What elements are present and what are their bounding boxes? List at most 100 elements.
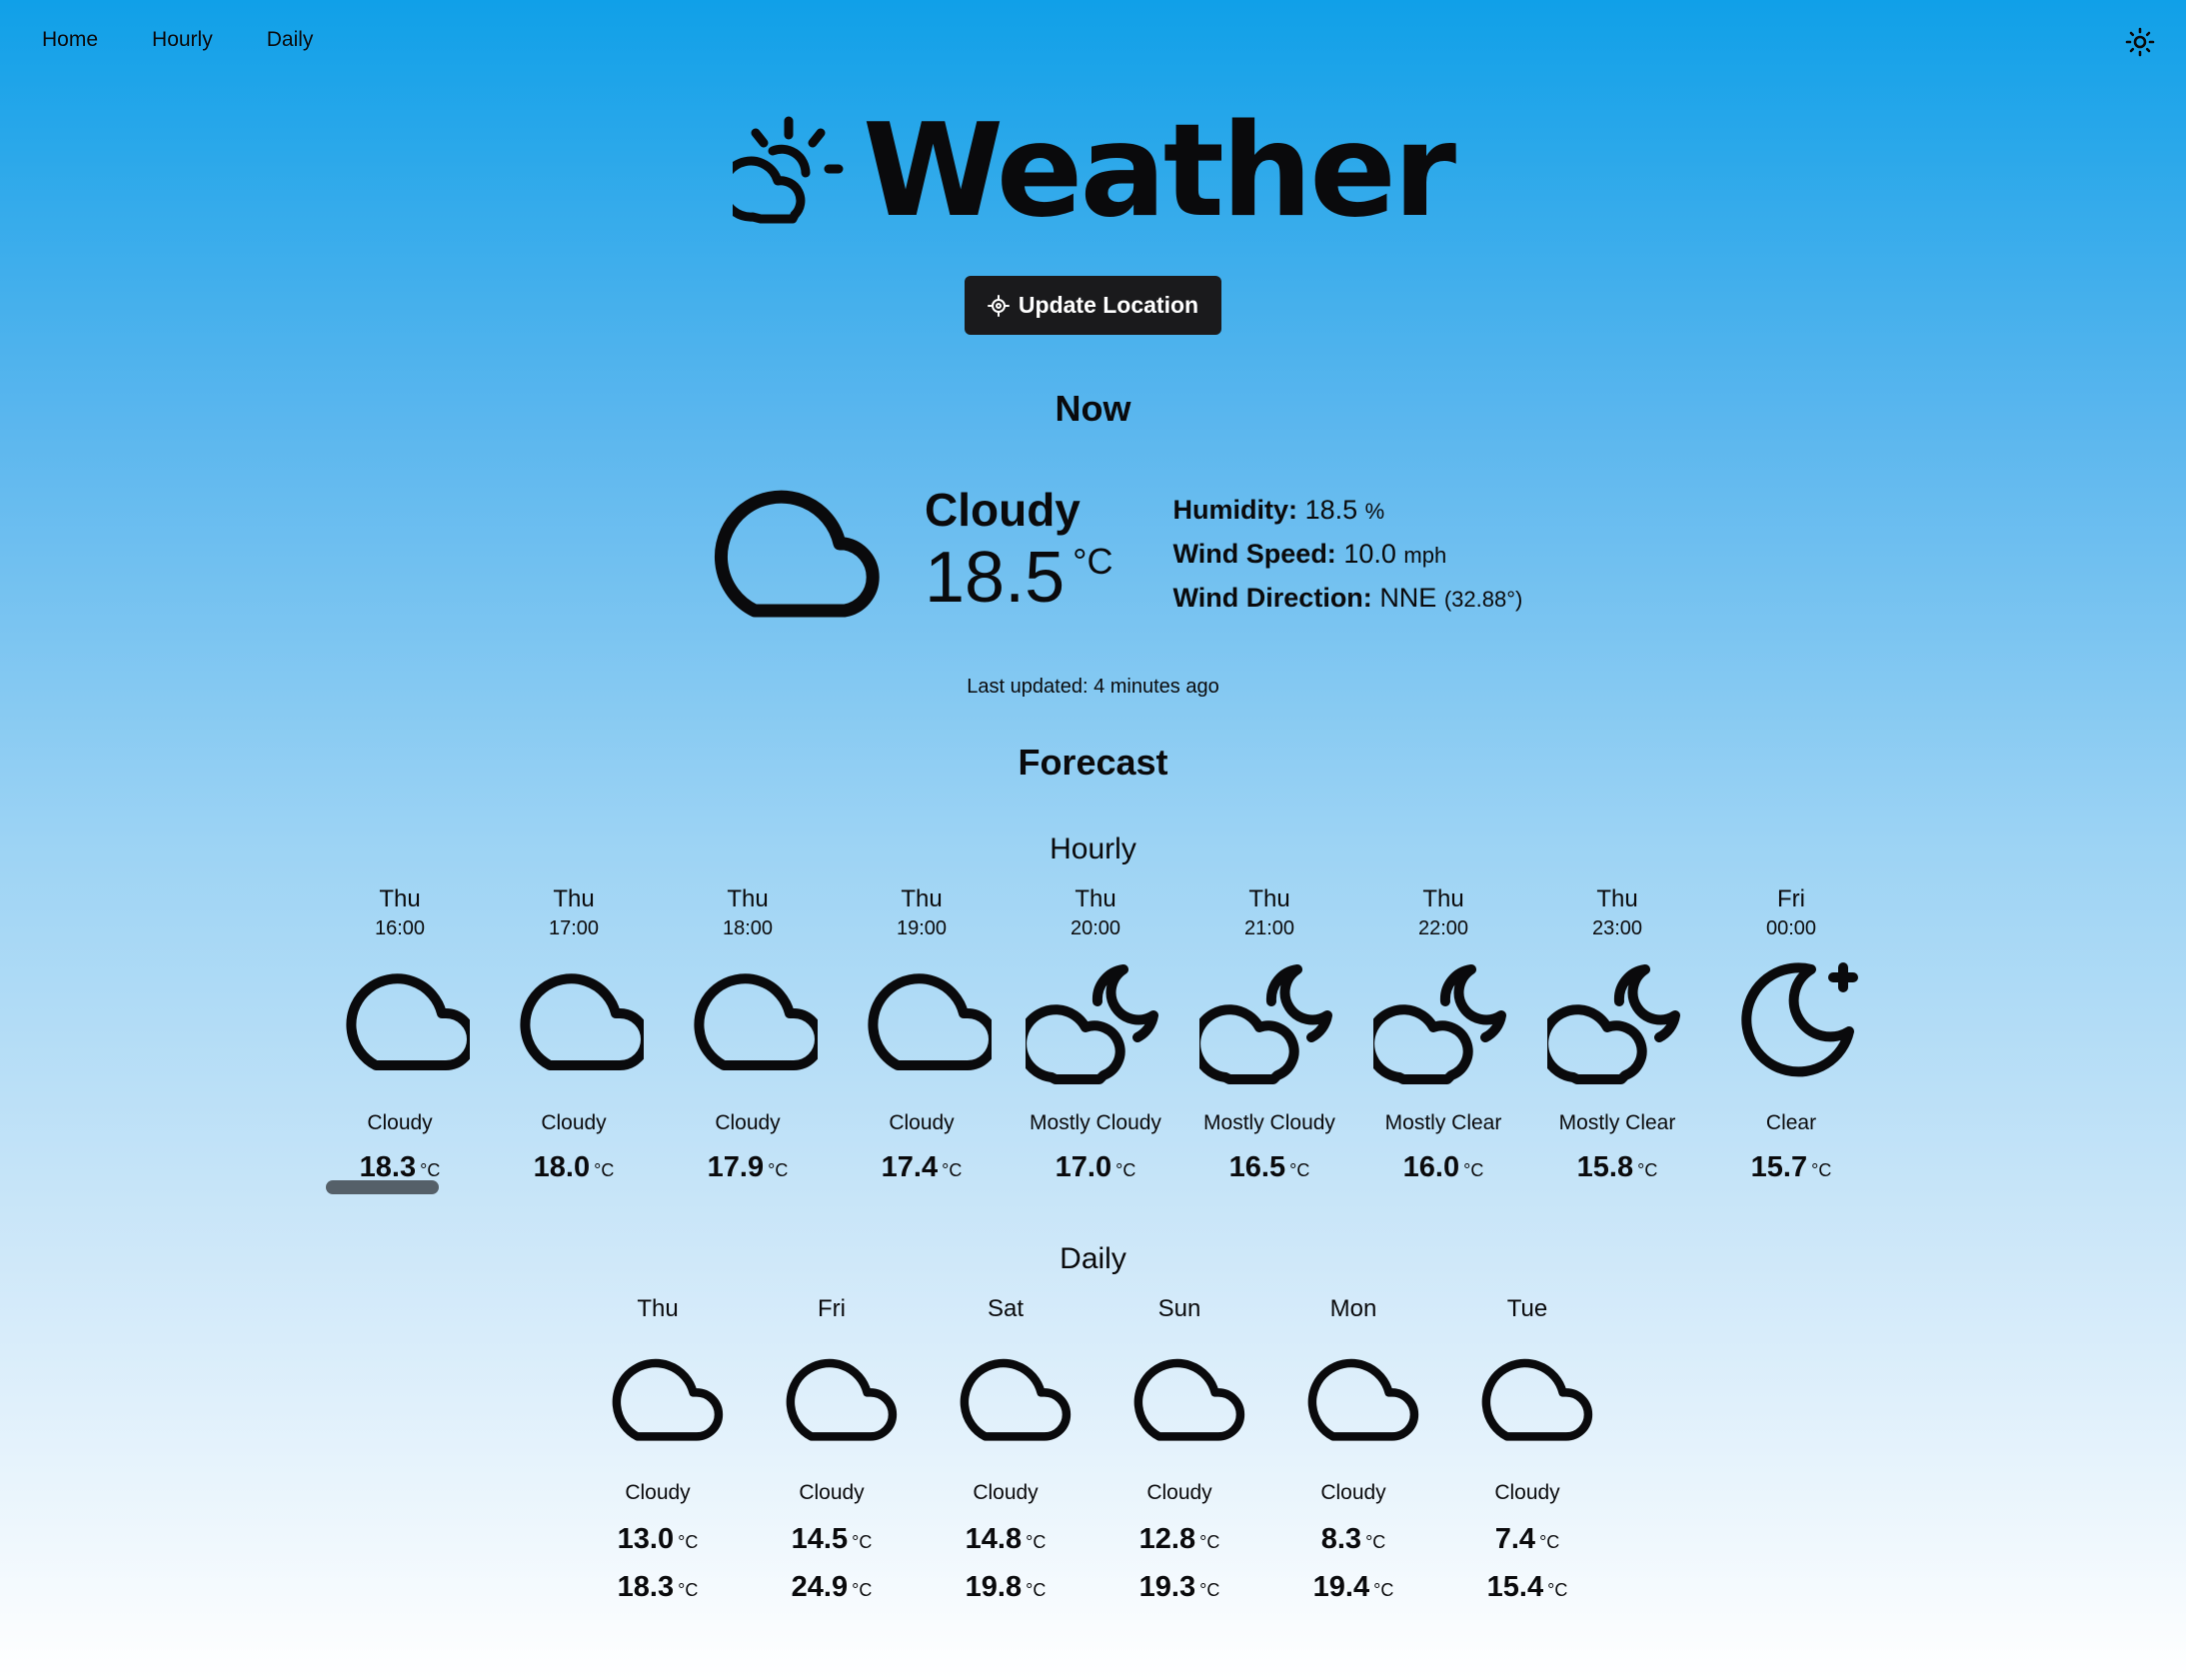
hourly-temperature: 16.5 °C: [1182, 1151, 1356, 1184]
daily-item: Fri Cloudy 14.5 °C 24.9 °C: [745, 1295, 919, 1619]
hourly-condition: Cloudy: [889, 1111, 955, 1134]
temp-unit: °C: [1289, 1160, 1310, 1180]
temp-unit: °C: [1463, 1160, 1484, 1180]
hourly-temp-value: 18.3: [359, 1151, 417, 1183]
hourly-time: 16:00: [374, 917, 426, 939]
now-heading: Now: [1055, 388, 1131, 429]
temp-unit: °C: [1026, 1532, 1047, 1552]
last-updated: Last updated: 4 minutes ago: [967, 676, 1219, 698]
humidity-label: Humidity:: [1172, 495, 1298, 525]
temp-unit: °C: [1199, 1580, 1220, 1600]
daily-low-value: 8.3: [1320, 1523, 1362, 1555]
hourly-item: Thu 20:00 Mostly Cloudy 17.0 °C: [1009, 885, 1182, 1184]
hourly-forecast-list[interactable]: Thu 16:00 Cloudy 18.3 °C Thu 17:00 Cloudy 18.0 °C…: [313, 885, 1878, 1184]
page-title: Weather: [862, 97, 1456, 246]
hourly-temp-value: 16.5: [1228, 1151, 1286, 1183]
hourly-temperature: 18.0 °C: [487, 1151, 661, 1184]
hourly-time: 23:00: [1591, 917, 1643, 939]
daily-temp-low: 14.8 °C: [919, 1523, 1093, 1571]
hourly-day: Thu: [379, 885, 421, 912]
hourly-item: Thu 17:00 Cloudy 18.0 °C: [487, 885, 661, 1184]
temp-unit: °C: [852, 1580, 873, 1600]
daily-temp-low: 8.3 °C: [1266, 1523, 1440, 1571]
hourly-temp-value: 18.0: [533, 1151, 591, 1183]
daily-high-value: 24.9: [791, 1571, 849, 1603]
wind-speed-row: Wind Speed: 10.0 mph: [1173, 533, 1523, 577]
temp-unit: °C: [768, 1160, 789, 1180]
hourly-day: Thu: [1596, 885, 1638, 912]
daily-condition: Cloudy: [1494, 1481, 1560, 1504]
hourly-temperature: 17.0 °C: [1009, 1151, 1182, 1184]
wind-direction-value: NNE: [1379, 583, 1437, 613]
daily-item: Thu Cloudy 13.0 °C 18.3 °C: [571, 1295, 745, 1619]
cloud-icon: [694, 973, 818, 1070]
daily-condition: Cloudy: [1320, 1481, 1386, 1504]
temp-unit: °C: [678, 1532, 699, 1552]
daily-temp-low: 13.0 °C: [571, 1523, 745, 1571]
hourly-day: Thu: [1422, 885, 1464, 912]
temp-unit: °C: [1547, 1580, 1568, 1600]
hourly-item: Thu 19:00 Cloudy 17.4 °C: [835, 885, 1009, 1184]
hourly-temperature: 15.8 °C: [1530, 1151, 1704, 1184]
daily-high-value: 19.3: [1138, 1571, 1196, 1603]
cloud-moon-icon: [1373, 964, 1506, 1084]
cloud-icon: [346, 973, 470, 1070]
daily-low-value: 13.0: [617, 1523, 675, 1555]
hourly-condition: Cloudy: [367, 1111, 433, 1134]
moon-star-icon: [1741, 962, 1858, 1077]
wind-speed-unit: mph: [1403, 543, 1447, 568]
hourly-item: Thu 18:00 Cloudy 17.9 °C: [661, 885, 835, 1184]
daily-day: Fri: [818, 1295, 846, 1322]
hourly-time: 22:00: [1417, 917, 1469, 939]
daily-day: Sat: [987, 1295, 1025, 1322]
daily-temp-high: 19.8 °C: [919, 1571, 1093, 1619]
current-temp-unit: °C: [1073, 540, 1113, 582]
hourly-day: Thu: [553, 885, 595, 912]
cloud-icon: [1307, 1358, 1419, 1441]
hourly-time: 17:00: [548, 917, 600, 939]
temp-unit: °C: [1115, 1160, 1136, 1180]
temp-unit: °C: [852, 1532, 873, 1552]
daily-item: Tue Cloudy 7.4 °C 15.4 °C: [1440, 1295, 1614, 1619]
hourly-item: Fri 00:00 Clear 15.7 °C: [1704, 885, 1878, 1184]
nav-hourly[interactable]: Hourly: [152, 28, 213, 52]
hourly-scrollbar[interactable]: [326, 1180, 439, 1194]
nav-home[interactable]: Home: [42, 28, 98, 52]
cloud-moon-icon: [1199, 964, 1332, 1084]
hourly-day: Fri: [1777, 885, 1805, 912]
hourly-condition: Cloudy: [541, 1111, 607, 1134]
humidity-value: 18.5: [1304, 495, 1358, 525]
cloud-moon-icon: [1026, 964, 1158, 1084]
daily-temp-high: 24.9 °C: [745, 1571, 919, 1619]
cloud-icon: [868, 973, 992, 1070]
update-location-button[interactable]: Update Location: [965, 276, 1221, 335]
daily-heading: Daily: [1060, 1242, 1126, 1275]
daily-temp-high: 18.3 °C: [571, 1571, 745, 1619]
hourly-condition: Mostly Cloudy: [1030, 1111, 1161, 1134]
top-nav: Home Hourly Daily: [42, 28, 367, 52]
daily-temp-low: 7.4 °C: [1440, 1523, 1614, 1571]
daily-item: Sat Cloudy 14.8 °C 19.8 °C: [919, 1295, 1093, 1619]
humidity-row: Humidity: 18.5 %: [1173, 489, 1523, 533]
temp-unit: °C: [1539, 1532, 1560, 1552]
hourly-temp-value: 16.0: [1402, 1151, 1460, 1183]
hourly-condition: Mostly Clear: [1558, 1111, 1676, 1134]
temp-unit: °C: [1373, 1580, 1394, 1600]
daily-low-value: 14.8: [965, 1523, 1023, 1555]
hourly-condition: Clear: [1765, 1111, 1817, 1134]
nav-daily[interactable]: Daily: [267, 28, 314, 52]
hourly-item: Thu 23:00 Mostly Clear 15.8 °C: [1530, 885, 1704, 1184]
hourly-temperature: 16.0 °C: [1356, 1151, 1530, 1184]
hourly-time: 18:00: [722, 917, 774, 939]
hourly-item: Thu 16:00 Cloudy 18.3 °C: [313, 885, 487, 1184]
daily-forecast-list: Thu Cloudy 13.0 °C 18.3 °C Fri Cloudy 14.5 °C 24.9…: [571, 1295, 1614, 1619]
hourly-temp-value: 17.4: [881, 1151, 939, 1183]
daily-high-value: 15.4: [1486, 1571, 1544, 1603]
cloud-sun-icon: [732, 116, 844, 224]
daily-condition: Cloudy: [1146, 1481, 1212, 1504]
daily-high-value: 19.8: [965, 1571, 1023, 1603]
daily-low-value: 7.4: [1494, 1523, 1536, 1555]
wind-speed-value: 10.0: [1343, 539, 1396, 569]
sun-icon: [2125, 27, 2155, 57]
theme-toggle-button[interactable]: [2124, 26, 2156, 58]
